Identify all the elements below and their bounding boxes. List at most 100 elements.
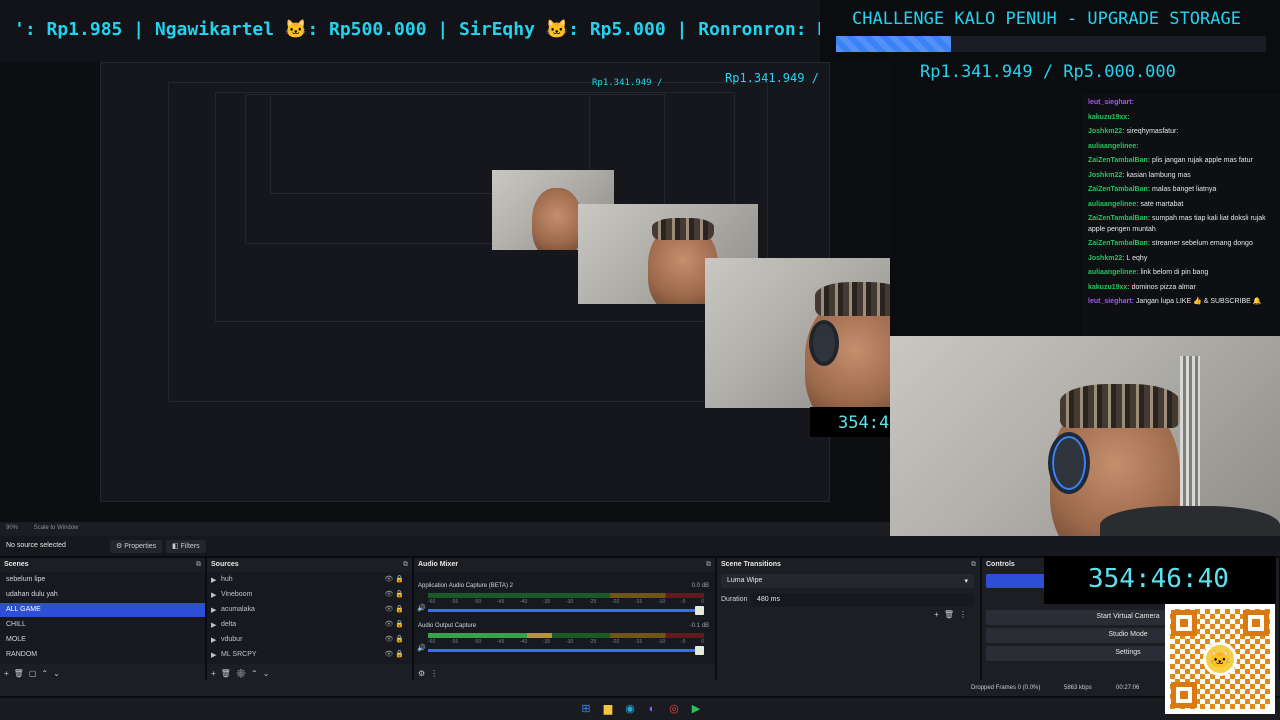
chat-text: link belom di pin bang [1138,269,1209,276]
transition-controls[interactable]: +🗑⋮ [934,610,972,619]
dock-menu-icon[interactable]: ⧉ [971,561,976,569]
source-item[interactable]: ▶ huh 👁 🔒 [207,573,412,587]
mixer-channel-db: 0.0 dB [691,583,709,589]
scale-tick: -45 [497,639,505,645]
chat-message: ZaiZenTambalBan: malas banget liatnya [1088,185,1274,196]
play-icon: ▶ [211,592,217,599]
transition-select[interactable]: Luma Wipe ▾ [721,574,974,588]
challenge-amount: Rp1.341.949 / Rp5.000.000 [920,62,1176,82]
chat-message: Joshkm22: L eqhy [1088,254,1274,265]
visibility-lock-icons[interactable]: 👁 🔒 [384,605,404,613]
windows-taskbar: ⊞ ▆ ◉ ◐ ◎ ▶ [0,698,1280,720]
dock-menu-icon[interactable]: ⧉ [403,561,408,569]
scale-tick: -40 [520,599,528,605]
visibility-lock-icons[interactable]: 👁 🔒 [384,635,404,643]
volume-fader[interactable] [428,646,704,655]
scale-tick: -30 [566,599,574,605]
duration-input[interactable]: 480 ms [751,593,974,607]
source-item[interactable]: ▶ delta 👁 🔒 [207,618,412,632]
chat-text: dominos pizza almar [1129,283,1196,291]
chat-username: kakuzu19xx: [1088,283,1130,291]
chat-username: leut_sieghart: [1088,298,1134,305]
discord-icon[interactable]: ◐ [644,701,660,717]
scenes-dock: Scenes ⧉ sebelum lipe udahan dulu yah ALL … [0,558,206,680]
scale-tick: -20 [612,639,620,645]
chat-text: L eqhy [1124,254,1148,262]
play-icon[interactable]: ▶ [688,701,704,717]
speaker-icon[interactable]: 🔊 [417,644,426,652]
fader-handle[interactable] [695,606,704,615]
chat-username: Joshkm22: [1088,171,1125,179]
mini-amount-1: Rp1.341.949 / [592,78,663,88]
controls-title: Controls [986,561,1015,568]
chat-message: leut_sieghart: [1088,98,1274,109]
filters-button[interactable]: ◧ Filters [166,540,206,553]
scale-tick: -60 [428,599,436,605]
visibility-lock-icons[interactable]: 👁 🔒 [384,620,404,628]
obs-preview[interactable]: Rp1.341.949 / Rp1.341.949 / 354:4 [0,62,890,522]
dock-menu-icon[interactable]: ⧉ [706,561,711,569]
scale-tick: -15 [635,599,643,605]
scene-item[interactable]: sebelum lipe [0,573,205,587]
challenge-title: CHALLENGE KALO PENUH - UPGRADE STORAGE [852,9,1241,29]
start-streaming-button[interactable] [986,574,1046,588]
scale-tick: -5 [681,639,686,645]
mini-amount-2: Rp1.341.949 / [725,71,819,85]
mixer-body: Application Audio Capture (BETA) 2 0.0 dB… [414,572,715,664]
zoom-level[interactable]: 90% [6,525,18,531]
scene-item[interactable]: udahan dulu yah [0,588,205,602]
source-item[interactable]: ▶ vdubur 👁 🔒 [207,633,412,647]
chat-panel[interactable]: leut_sieghart: kakuzu19xx: Joshkm22: sir… [1082,94,1280,336]
play-icon: ▶ [211,652,217,659]
scenes-list: sebelum lipe udahan dulu yah ALL GAME CHILL… [0,572,205,664]
source-name: huh [221,576,233,583]
properties-button[interactable]: ⚙ Properties [110,540,163,553]
scene-item[interactable]: ALL GAME [0,603,205,617]
scene-item[interactable]: CHILL [0,618,205,632]
edge-icon[interactable]: ◉ [622,701,638,717]
scale-tick: -50 [474,639,482,645]
volume-fader[interactable] [428,606,704,615]
source-item[interactable]: ▶ acumalaka 👁 🔒 [207,603,412,617]
sources-dock: Sources ⧉ ▶ huh 👁 🔒 ▶ Vineboom 👁 🔒 ▶ acumalaka 👁… [207,558,413,680]
chat-username: Joshkm22: [1088,254,1125,262]
donation-qr-code: 🐱 [1165,604,1275,714]
visibility-lock-icons[interactable]: 👁 🔒 [384,575,404,583]
scenes-footer-controls[interactable]: +🗑▢⌃⌄ [4,669,65,678]
chat-message: ZaiZenTambalBan: plis jangan rujak apple… [1088,156,1274,167]
scale-tick: -5 [681,599,686,605]
visibility-lock-icons[interactable]: 👁 🔒 [384,650,404,658]
sources-title: Sources [211,561,239,568]
folder-icon[interactable]: ▆ [600,701,616,717]
mixer-footer-controls[interactable]: ⚙⋮ [418,669,443,678]
scene-item[interactable]: RANDOM [0,648,205,662]
challenge-progress-fill [836,36,952,52]
chat-message: auliaangelinee: [1088,142,1274,153]
chevron-down-icon: ▾ [964,578,968,585]
chrome-icon[interactable]: ◎ [666,701,682,717]
scale-mode[interactable]: Scale to Window [34,525,79,531]
dock-menu-icon[interactable]: ⧉ [196,561,201,569]
scenes-title: Scenes [4,561,29,568]
fader-handle[interactable] [695,646,704,655]
play-icon: ▶ [211,622,217,629]
windows-icon[interactable]: ⊞ [578,701,594,717]
sources-footer-controls[interactable]: +🗑⚙⌃⌄ [211,669,274,678]
visibility-lock-icons[interactable]: 👁 🔒 [384,590,404,598]
scene-item[interactable]: MOLE [0,633,205,647]
source-item[interactable]: ▶ ML SRCPY 👁 🔒 [207,648,412,662]
scale-tick: -35 [543,599,551,605]
scale-tick: -60 [428,639,436,645]
speaker-icon[interactable]: 🔊 [417,604,426,612]
dropped-frames: Dropped Frames 0 (0.0%) [971,685,1041,691]
chat-message: kakuzu19xx: dominos pizza almar [1088,283,1274,294]
chat-username: auliaangelinee: [1088,142,1139,150]
stream-time: 00:27:06 [1116,685,1140,691]
chat-username: kakuzu19xx: [1088,113,1130,121]
sources-list: ▶ huh 👁 🔒 ▶ Vineboom 👁 🔒 ▶ acumalaka 👁 🔒 ▶ delta 👁 … [207,572,412,664]
play-icon: ▶ [211,637,217,644]
chat-username: ZaiZenTambalBan: [1088,215,1151,222]
transitions-dock: Scene Transitions ⧉ Luma Wipe ▾ Duration … [717,558,981,680]
uptime-timer-box: 354:46:40 [1044,556,1276,604]
source-item[interactable]: ▶ Vineboom 👁 🔒 [207,588,412,602]
